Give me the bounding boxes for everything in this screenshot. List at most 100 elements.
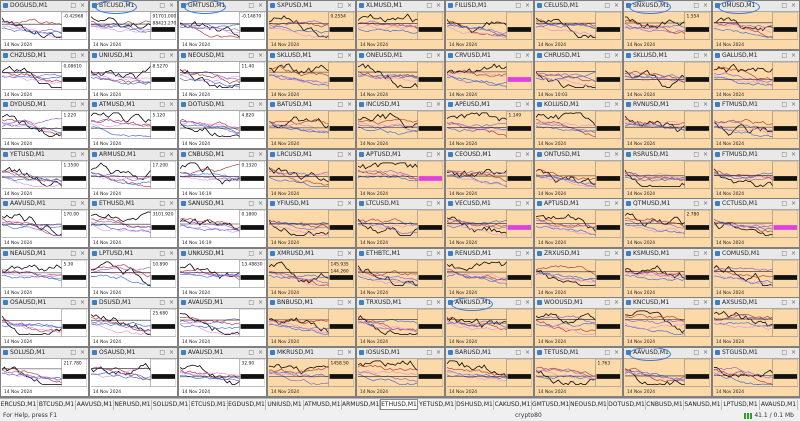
chart-window[interactable]: SANUSD,M1 □ × 0.1800 14 Nov 16:19 xyxy=(178,198,267,248)
chart-canvas[interactable]: 170.00 14 Nov 2024 xyxy=(2,210,87,246)
close-icon[interactable]: × xyxy=(791,52,796,59)
chart-window[interactable]: YETUSD,M1 □ × 1.3500 14 Nov 2024 xyxy=(0,148,89,199)
chart-canvas[interactable]: 91701.000 88423.270 14 Nov 2024 xyxy=(91,12,176,48)
chart-canvas[interactable]: 14 Nov 2024 xyxy=(269,309,354,345)
maximize-icon[interactable]: □ xyxy=(515,349,521,356)
chart-canvas[interactable]: 14 Nov 2024 xyxy=(536,160,621,197)
close-icon[interactable]: × xyxy=(258,2,263,9)
chart-titlebar[interactable]: AXSUSD,M1 □ × xyxy=(713,298,799,309)
chart-titlebar[interactable]: DSUSD,M1 □ × xyxy=(90,298,177,309)
tab-chart[interactable]: NERUSD,M1 xyxy=(114,400,152,410)
close-icon[interactable]: × xyxy=(80,52,85,59)
chart-canvas[interactable]: 14 Nov 2024 xyxy=(269,111,354,147)
chart-canvas[interactable]: 17.200 14 Nov 2024 xyxy=(91,160,176,197)
maximize-icon[interactable]: □ xyxy=(693,299,699,306)
chart-titlebar[interactable]: ZRXUSD,M1 □ × xyxy=(535,248,622,260)
chart-canvas[interactable]: 1.149 14 Nov 2024 xyxy=(447,111,532,147)
chart-titlebar[interactable]: AVAUSD,M1 □ × xyxy=(179,298,266,309)
chart-window[interactable]: XMRUSD,M1 □ × 145.935 144.260 14 Nov 2024 xyxy=(267,247,356,298)
chart-canvas[interactable]: 0.08610 14 Nov 2024 xyxy=(2,61,87,98)
chart-canvas[interactable]: 14 Nov 2024 xyxy=(447,61,532,98)
chart-canvas[interactable]: 14 Nov 2024 xyxy=(714,309,798,345)
maximize-icon[interactable]: □ xyxy=(248,349,254,356)
chart-titlebar[interactable]: SOLUSD,M1 □ × xyxy=(1,347,88,359)
close-icon[interactable]: × xyxy=(258,101,263,108)
chart-canvas[interactable]: 14 Nov 2024 xyxy=(180,309,265,345)
chart-window[interactable]: CRVUSD,M1 □ × 14 Nov 2024 xyxy=(445,49,534,100)
chart-canvas[interactable]: 14 Nov 2024 xyxy=(625,358,710,395)
chart-titlebar[interactable]: OSAUSD,M1 □ × xyxy=(1,298,88,309)
chart-titlebar[interactable]: YFIUSD,M1 □ × xyxy=(268,199,355,210)
close-icon[interactable]: × xyxy=(436,200,441,207)
chart-titlebar[interactable]: AVAUSD,M1 □ × xyxy=(179,347,266,359)
chart-window[interactable]: CCTUSD,M1 □ × 14 Nov 2024 xyxy=(712,198,800,248)
chart-window[interactable]: SKLUSD,M1 □ × 14 Nov 2024 xyxy=(267,49,356,100)
chart-titlebar[interactable]: CNBUSD,M1 □ × xyxy=(179,149,266,161)
chart-canvas[interactable]: 14 Nov 2024 xyxy=(358,160,443,197)
chart-canvas[interactable]: 0.2554 14 Nov 2024 xyxy=(269,12,354,48)
chart-titlebar[interactable]: SNXUSD,M1 □ × xyxy=(624,1,711,12)
close-icon[interactable]: × xyxy=(703,250,708,257)
close-icon[interactable]: × xyxy=(614,349,619,356)
chart-canvas[interactable]: 0.1320 14 Nov 16:19 xyxy=(180,160,265,197)
close-icon[interactable]: × xyxy=(525,151,530,158)
maximize-icon[interactable]: □ xyxy=(693,2,699,9)
close-icon[interactable]: × xyxy=(169,101,174,108)
chart-canvas[interactable]: 14 Nov 2024 xyxy=(625,160,710,197)
maximize-icon[interactable]: □ xyxy=(426,349,432,356)
chart-titlebar[interactable]: WOOUSD,M1 □ × xyxy=(535,298,622,309)
chart-titlebar[interactable]: CHRUSD,M1 □ × xyxy=(535,50,622,62)
tab-chart[interactable]: ETCUSD,M1 xyxy=(190,400,228,410)
close-icon[interactable]: × xyxy=(614,151,619,158)
chart-window[interactable]: CHZUSD,M1 □ × 0.08610 14 Nov 2024 xyxy=(0,49,89,100)
maximize-icon[interactable]: □ xyxy=(781,2,787,9)
chart-titlebar[interactable]: OSAUSD,M1 □ × xyxy=(90,347,177,359)
chart-titlebar[interactable]: UNKUSD,M1 □ × xyxy=(179,248,266,260)
chart-window[interactable]: UMUSD,M1 □ × 14 Nov 2024 xyxy=(712,0,800,50)
chart-window[interactable]: AVAUSD,M1 □ × 14 Nov 2024 xyxy=(178,297,267,347)
chart-titlebar[interactable]: DYDUSD,M1 □ × xyxy=(1,100,88,111)
chart-canvas[interactable]: 14 Nov 2024 xyxy=(714,259,798,296)
chart-canvas[interactable]: 14 Nov 2024 xyxy=(447,309,532,345)
maximize-icon[interactable]: □ xyxy=(604,2,610,9)
chart-canvas[interactable]: -0.42968 14 Nov 2024 xyxy=(2,12,87,48)
chart-window[interactable]: FTMUSD,M1 □ × 14 Nov 2024 xyxy=(712,148,800,199)
chart-window[interactable]: GMTUSD,M1 □ × -0.14870 14 Nov 2024 xyxy=(178,0,267,50)
chart-window[interactable]: APTUSD,M1 □ × 14 Nov 2024 xyxy=(534,198,623,248)
chart-window[interactable]: BATUSD,M1 □ × 14 Nov 2024 xyxy=(267,99,356,149)
chart-canvas[interactable]: 14 Nov 2024 xyxy=(536,259,621,296)
maximize-icon[interactable]: □ xyxy=(337,250,343,257)
chart-canvas[interactable]: 14 Nov 2024 xyxy=(447,210,532,246)
chart-canvas[interactable]: 14 Nov 2024 xyxy=(358,61,443,98)
close-icon[interactable]: × xyxy=(80,200,85,207)
chart-titlebar[interactable]: SKLUSD,M1 □ × xyxy=(624,50,711,62)
chart-canvas[interactable]: 145.935 144.260 14 Nov 2024 xyxy=(269,259,354,296)
chart-titlebar[interactable]: ARMUSD,M1 □ × xyxy=(90,149,177,161)
maximize-icon[interactable]: □ xyxy=(159,151,165,158)
tab-chart[interactable]: SANUSD,M1 xyxy=(684,400,722,410)
chart-window[interactable]: ONTUSD,M1 □ × 14 Nov 2024 xyxy=(534,148,623,199)
close-icon[interactable]: × xyxy=(347,250,352,257)
chart-canvas[interactable]: 14 Nov 2024 xyxy=(714,358,798,395)
chart-window[interactable]: FILUSD,M1 □ × 14 Nov 2024 xyxy=(445,0,534,50)
tab-chart[interactable]: AVAUSD,M1 xyxy=(760,400,798,410)
chart-window[interactable]: SOLUSD,M1 □ × 217.780 14 Nov 2024 xyxy=(0,346,89,397)
maximize-icon[interactable]: □ xyxy=(70,250,76,257)
close-icon[interactable]: × xyxy=(525,101,530,108)
maximize-icon[interactable]: □ xyxy=(337,299,343,306)
close-icon[interactable]: × xyxy=(258,52,263,59)
maximize-icon[interactable]: □ xyxy=(781,52,787,59)
chart-canvas[interactable]: 14 Nov 10:03 xyxy=(536,61,621,98)
chart-canvas[interactable]: 32.90 14 Nov 2024 xyxy=(180,358,265,395)
chart-window[interactable]: GALUSD,M1 □ × 14 Nov 2024 xyxy=(712,49,800,100)
close-icon[interactable]: × xyxy=(436,52,441,59)
maximize-icon[interactable]: □ xyxy=(604,349,610,356)
chart-canvas[interactable]: 14 Nov 2024 xyxy=(447,12,532,48)
chart-window[interactable]: TETUSD,M1 □ × 1.763 14 Nov 2024 xyxy=(534,346,623,397)
chart-titlebar[interactable]: LTCUSD,M1 □ × xyxy=(357,199,444,210)
chart-window[interactable]: BARUSD,M1 □ × 14 Nov 2024 xyxy=(445,346,534,397)
chart-titlebar[interactable]: CCTUSD,M1 □ × xyxy=(713,199,799,210)
chart-window[interactable]: LTCUSD,M1 □ × 14 Nov 2024 xyxy=(356,198,445,248)
chart-window[interactable]: LRCUSD,M1 □ × 14 Nov 2024 xyxy=(267,148,356,199)
maximize-icon[interactable]: □ xyxy=(693,349,699,356)
